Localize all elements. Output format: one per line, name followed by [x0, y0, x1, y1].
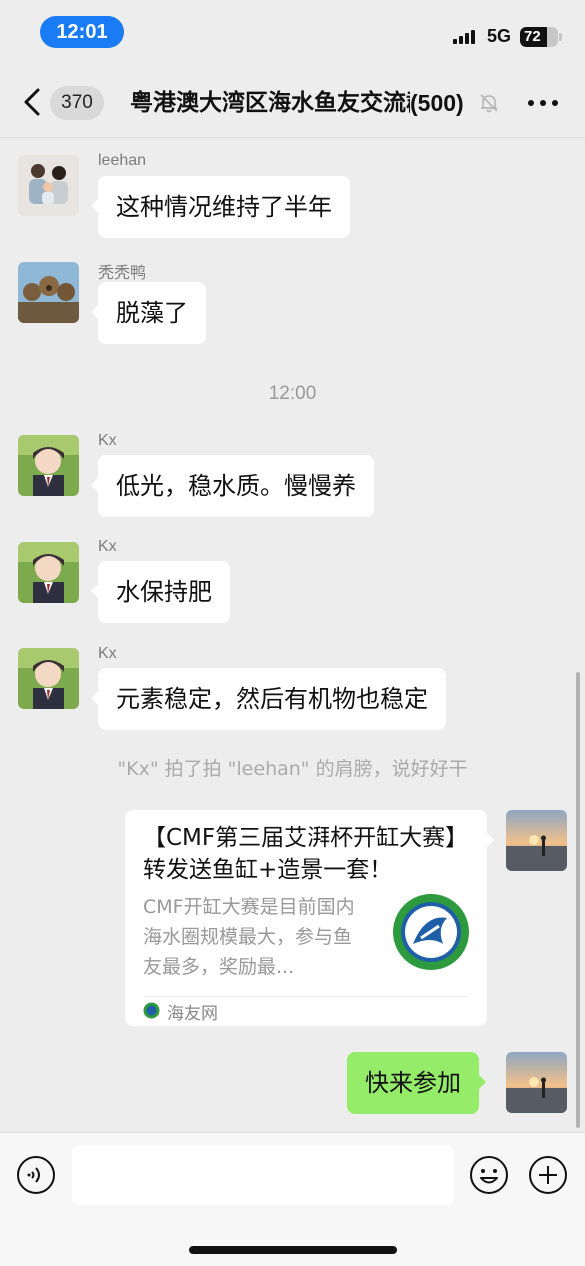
emoji-icon — [470, 1156, 508, 1194]
avatar-tutuya[interactable] — [18, 262, 79, 323]
chat-title[interactable]: 粤港澳大湾区海水鱼友交流群 — [130, 84, 410, 122]
unread-badge[interactable]: 370 — [50, 86, 104, 120]
home-indicator — [189, 1246, 397, 1254]
avatar-leehan[interactable] — [18, 155, 79, 216]
chat-header: 370 粤港澳大湾区海水鱼友交流群 (500) — [0, 66, 585, 138]
message-bubble[interactable]: 低光，稳水质。慢慢养 — [91, 455, 374, 517]
link-card-thumbnail — [391, 892, 471, 972]
voice-input-button[interactable] — [16, 1155, 56, 1195]
scrollbar[interactable] — [576, 672, 580, 1128]
avatar-kx[interactable] — [18, 542, 79, 603]
avatar-kx[interactable] — [18, 435, 79, 496]
plus-icon — [529, 1156, 567, 1194]
sender-name: Kx — [98, 645, 117, 662]
message-bubble[interactable]: 水保持肥 — [91, 561, 230, 623]
source-logo-icon — [143, 1002, 160, 1019]
sender-name: 秃秃鸭 — [98, 265, 147, 282]
more-functions-button[interactable] — [528, 1155, 568, 1195]
my-message-bubble[interactable]: 快来参加 — [347, 1052, 486, 1114]
network-type: 5G — [487, 26, 512, 46]
sender-name: Kx — [98, 432, 117, 449]
avatar-kx[interactable] — [18, 648, 79, 709]
message-bubble[interactable]: 这种情况维持了半年 — [91, 176, 350, 238]
mute-bell-icon — [478, 92, 500, 114]
message-bubble[interactable]: 脱藻了 — [91, 282, 206, 344]
timestamp: 12:00 — [268, 383, 317, 404]
sender-name: leehan — [98, 152, 147, 169]
more-options-button[interactable] — [525, 90, 561, 116]
link-card-description: CMF开缸大赛是目前国内海水圈规模最大，参与鱼友最多，奖励最... — [143, 896, 355, 978]
member-count: (500) — [410, 90, 464, 116]
voice-icon — [17, 1156, 55, 1194]
chevron-left-icon — [24, 88, 40, 116]
battery-icon: 72 — [520, 27, 558, 47]
back-button[interactable] — [16, 84, 52, 120]
status-bar: 12:01 5G 72 — [0, 0, 585, 66]
link-card[interactable]: 【CMF第三届艾湃杯开缸大赛】转发送鱼缸+造景一套！ CMF开缸大赛是目前国内海… — [125, 810, 494, 1026]
avatar-me[interactable] — [506, 1052, 567, 1113]
message-input[interactable] — [72, 1145, 454, 1205]
link-card-title: 【CMF第三届艾湃杯开缸大赛】转发送鱼缸+造景一套！ — [143, 825, 469, 883]
link-card-source: 海友网 — [167, 1004, 218, 1024]
message-bubble[interactable]: 元素稳定，然后有机物也稳定 — [91, 668, 446, 730]
avatar-me[interactable] — [506, 810, 567, 871]
signal-icon — [453, 28, 479, 44]
battery-percent: 72 — [524, 28, 541, 45]
more-dots-icon — [528, 100, 558, 106]
pat-system-message: "Kx" 拍了拍 "leehan" 的肩膀，说好好干 — [117, 758, 468, 780]
sender-name: Kx — [98, 538, 117, 555]
emoji-button[interactable] — [469, 1155, 509, 1195]
status-time: 12:01 — [40, 16, 124, 48]
